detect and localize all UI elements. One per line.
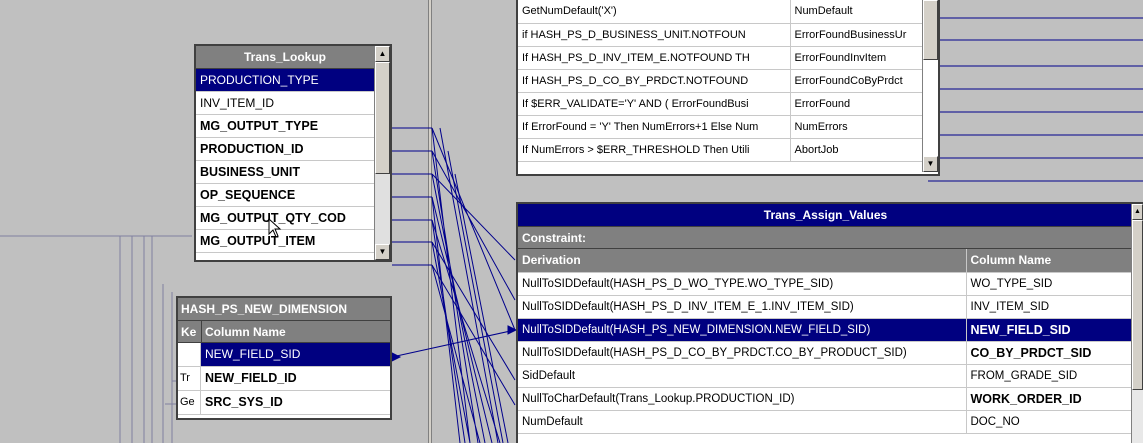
derivation-cell[interactable]: NullToSIDDefault(HASH_PS_D_WO_TYPE.WO_TY… bbox=[518, 272, 967, 296]
column-name-cell: SRC_SYS_ID bbox=[205, 395, 283, 409]
lookup-column-row[interactable]: MG_OUTPUT_ITEM bbox=[196, 230, 374, 253]
assign-value-row[interactable]: NullToCharDefault(Trans_Lookup.PRODUCTIO… bbox=[518, 387, 1134, 411]
column-name-header: Column Name bbox=[205, 325, 286, 339]
assign-value-row[interactable]: NullToSIDDefault(HASH_PS_D_WO_TYPE.WO_TY… bbox=[518, 272, 1134, 296]
assign-value-row[interactable]: NullToSIDDefault(HASH_PS_D_INV_ITEM_E_1.… bbox=[518, 295, 1134, 319]
grid-header-row: Derivation Column Name bbox=[518, 249, 1134, 273]
key-column-header: Ke bbox=[178, 321, 202, 342]
hash-new-dimension-title[interactable]: HASH_PS_NEW_DIMENSION bbox=[178, 298, 390, 321]
stage-variable-row[interactable]: If HASH_PS_D_INV_ITEM_E.NOTFOUND TH Error… bbox=[518, 46, 923, 70]
assign-value-row[interactable]: NullToSIDDefault(HASH_PS_NEW_DIMENSION.N… bbox=[518, 318, 1134, 342]
stage-variable-row[interactable]: GetNumDefault('X') NumDefault bbox=[518, 0, 923, 24]
trans-assign-values-window[interactable]: Trans_Assign_Values Constraint: Derivati… bbox=[516, 202, 1143, 443]
hash-column-row[interactable]: Ge SRC_SYS_ID bbox=[178, 391, 390, 415]
derivation-cell[interactable]: if HASH_PS_D_BUSINESS_UNIT.NOTFOUN bbox=[518, 23, 791, 47]
constraint-bar[interactable]: Constraint: bbox=[518, 227, 1133, 249]
column-name-cell[interactable]: FROM_GRADE_SID bbox=[966, 364, 1134, 388]
hash-new-dimension-list: NEW_FIELD_SID Tr NEW_FIELD_ID Ge SRC_SYS_ID bbox=[178, 343, 390, 415]
stage-variables-grid: GetNumDefault('X') NumDefault if HASH_PS_D… bbox=[518, 0, 923, 162]
stage-variables-scrollbar[interactable]: ▼ bbox=[922, 0, 938, 172]
stage-variable-row[interactable]: If ErrorFound = 'Y' Then NumErrors+1 Els… bbox=[518, 115, 923, 139]
column-name-cell[interactable]: ErrorFoundBusinessUr bbox=[790, 23, 923, 47]
derivation-cell[interactable]: If $ERR_VALIDATE='Y' AND ( ErrorFoundBus… bbox=[518, 92, 791, 116]
derivation-header[interactable]: Derivation bbox=[518, 249, 967, 273]
stage-variable-row[interactable]: If HASH_PS_D_CO_BY_PRDCT.NOTFOUND ErrorFo… bbox=[518, 69, 923, 93]
derivation-cell[interactable]: NullToCharDefault(Trans_Lookup.PRODUCTIO… bbox=[518, 387, 967, 411]
derivation-cell[interactable]: GetNumDefault('X') bbox=[518, 0, 791, 24]
assign-values-grid: Derivation Column Name NullToSIDDefault(… bbox=[518, 249, 1134, 434]
trans-lookup-list: PRODUCTION_TYPE INV_ITEM_ID MG_OUTPUT_TYPE… bbox=[196, 69, 374, 253]
key-cell: Ge bbox=[178, 391, 201, 414]
trans-lookup-scrollbar[interactable]: ▲ ▼ bbox=[374, 46, 390, 260]
column-name-cell[interactable]: INV_ITEM_SID bbox=[966, 295, 1134, 319]
mouse-pointer-icon bbox=[268, 218, 282, 238]
hash-new-dimension-header: Ke Column Name bbox=[178, 321, 390, 343]
stage-variable-row[interactable]: If $ERR_VALIDATE='Y' AND ( ErrorFoundBus… bbox=[518, 92, 923, 116]
scroll-down-icon[interactable]: ▼ bbox=[923, 156, 938, 172]
scroll-thumb[interactable] bbox=[923, 0, 938, 60]
hash-new-dimension-window[interactable]: HASH_PS_NEW_DIMENSION Ke Column Name NEW… bbox=[176, 296, 392, 420]
transformer-stage-variables-window[interactable]: GetNumDefault('X') NumDefault if HASH_PS_D… bbox=[516, 0, 940, 176]
scroll-thumb[interactable] bbox=[1132, 220, 1143, 390]
scroll-thumb[interactable] bbox=[375, 62, 390, 174]
scroll-up-icon[interactable]: ▲ bbox=[375, 46, 390, 62]
derivation-cell[interactable]: If HASH_PS_D_CO_BY_PRDCT.NOTFOUND bbox=[518, 69, 791, 93]
column-name-cell[interactable]: NumErrors bbox=[790, 115, 923, 139]
hash-column-row[interactable]: Tr NEW_FIELD_ID bbox=[178, 367, 390, 391]
assign-value-row[interactable]: SidDefault FROM_GRADE_SID bbox=[518, 364, 1134, 388]
key-cell bbox=[178, 343, 201, 366]
stage-variable-row[interactable]: if HASH_PS_D_BUSINESS_UNIT.NOTFOUN ErrorF… bbox=[518, 23, 923, 47]
derivation-cell[interactable]: SidDefault bbox=[518, 364, 967, 388]
lookup-column-row[interactable]: BUSINESS_UNIT bbox=[196, 161, 374, 184]
scroll-down-icon[interactable]: ▼ bbox=[375, 244, 390, 260]
trans-assign-values-title[interactable]: Trans_Assign_Values bbox=[518, 204, 1133, 227]
column-name-cell[interactable]: ErrorFoundCoByPrdct bbox=[790, 69, 923, 93]
lookup-column-row[interactable]: OP_SEQUENCE bbox=[196, 184, 374, 207]
trans-lookup-window[interactable]: Trans_Lookup PRODUCTION_TYPE INV_ITEM_ID M… bbox=[194, 44, 392, 262]
column-name-cell[interactable]: NEW_FIELD_SID bbox=[966, 318, 1134, 342]
derivation-cell[interactable]: NullToSIDDefault(HASH_PS_D_CO_BY_PRDCT.C… bbox=[518, 341, 967, 365]
stage-variable-row[interactable]: If NumErrors > $ERR_THRESHOLD Then Utili… bbox=[518, 138, 923, 162]
derivation-cell[interactable]: NumDefault bbox=[518, 410, 967, 434]
derivation-cell[interactable]: If NumErrors > $ERR_THRESHOLD Then Utili bbox=[518, 138, 791, 162]
lookup-column-row[interactable]: PRODUCTION_TYPE bbox=[196, 69, 374, 92]
column-name-cell[interactable]: ErrorFoundInvItem bbox=[790, 46, 923, 70]
column-name-cell: NEW_FIELD_SID bbox=[201, 343, 390, 366]
column-name-cell[interactable]: NumDefault bbox=[790, 0, 923, 24]
assign-value-row[interactable]: NumDefault DOC_NO bbox=[518, 410, 1134, 434]
derivation-cell[interactable]: If ErrorFound = 'Y' Then NumErrors+1 Els… bbox=[518, 115, 791, 139]
assign-values-scrollbar[interactable]: ▲ bbox=[1131, 204, 1143, 443]
derivation-cell[interactable]: NullToSIDDefault(HASH_PS_NEW_DIMENSION.N… bbox=[518, 318, 967, 342]
assign-value-row[interactable]: NullToSIDDefault(HASH_PS_D_CO_BY_PRDCT.C… bbox=[518, 341, 1134, 365]
lookup-column-row[interactable]: INV_ITEM_ID bbox=[196, 92, 374, 115]
column-name-cell[interactable]: DOC_NO bbox=[966, 410, 1134, 434]
lookup-column-row[interactable]: PRODUCTION_ID bbox=[196, 138, 374, 161]
trans-lookup-title[interactable]: Trans_Lookup bbox=[196, 46, 374, 69]
job-design-canvas: Trans_Lookup PRODUCTION_TYPE INV_ITEM_ID M… bbox=[0, 0, 1143, 443]
column-name-cell[interactable]: WO_TYPE_SID bbox=[966, 272, 1134, 296]
column-name-cell[interactable]: WORK_ORDER_ID bbox=[966, 387, 1134, 411]
scroll-up-icon[interactable]: ▲ bbox=[1132, 204, 1143, 220]
column-name-cell[interactable]: ErrorFound bbox=[790, 92, 923, 116]
derivation-cell[interactable]: If HASH_PS_D_INV_ITEM_E.NOTFOUND TH bbox=[518, 46, 791, 70]
column-name-header[interactable]: Column Name bbox=[966, 249, 1134, 273]
column-name-cell[interactable]: CO_BY_PRDCT_SID bbox=[966, 341, 1134, 365]
key-cell: Tr bbox=[178, 367, 201, 390]
column-name-cell[interactable]: AbortJob bbox=[790, 138, 923, 162]
lookup-column-row[interactable]: MG_OUTPUT_TYPE bbox=[196, 115, 374, 138]
hash-column-row[interactable]: NEW_FIELD_SID bbox=[178, 343, 390, 367]
lookup-column-row[interactable]: MG_OUTPUT_QTY_COD bbox=[196, 207, 374, 230]
derivation-cell[interactable]: NullToSIDDefault(HASH_PS_D_INV_ITEM_E_1.… bbox=[518, 295, 967, 319]
column-name-cell: NEW_FIELD_ID bbox=[205, 371, 297, 385]
